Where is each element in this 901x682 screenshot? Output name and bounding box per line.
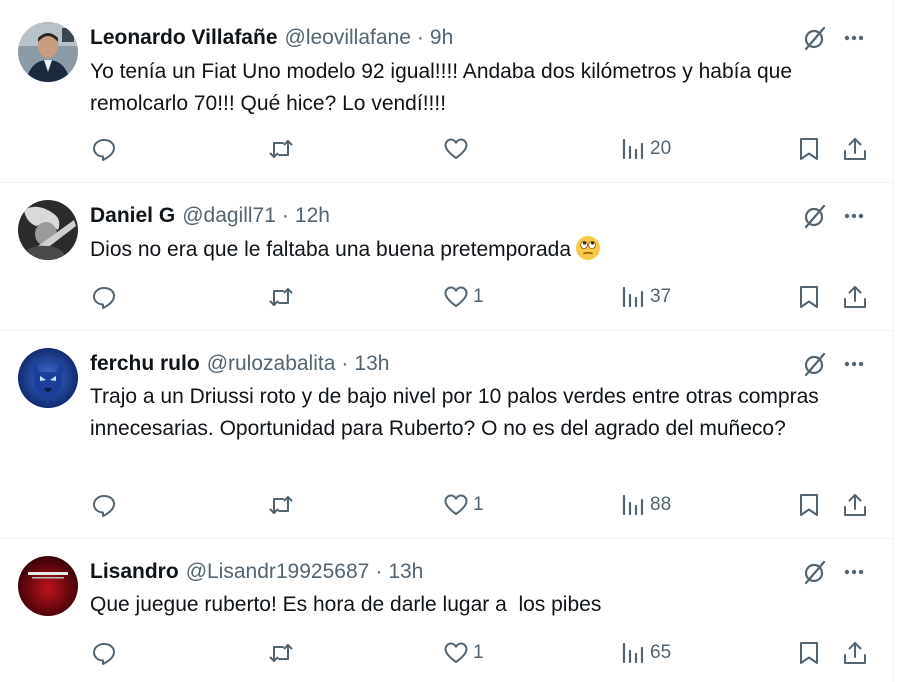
separator-dot: · (375, 560, 383, 583)
tweet-text: Yo tenía un Fiat Uno modelo 92 igual!!!!… (90, 60, 793, 115)
bookmark-button[interactable] (796, 134, 822, 164)
bookmark-icon (800, 286, 818, 308)
more-dots-icon[interactable] (840, 24, 868, 52)
share-button[interactable] (842, 638, 868, 668)
tweet[interactable]: ferchu rulo @rulozabalita · 13h Trajo a … (0, 330, 893, 539)
like-button[interactable]: 1 (443, 638, 484, 668)
author-name[interactable]: Leonardo Villafañe (90, 26, 278, 50)
bookmark-button[interactable] (796, 282, 822, 312)
like-count: 1 (473, 642, 484, 663)
tweet-text: Que juegue ruberto! Es hora de darle lug… (90, 593, 602, 616)
author-handle[interactable]: @leovillafane (285, 26, 411, 50)
repost-icon (269, 644, 293, 662)
view-count: 88 (650, 494, 672, 515)
timestamp[interactable]: 12h (295, 204, 330, 228)
grok-icon[interactable] (800, 24, 828, 52)
like-button[interactable] (443, 134, 473, 164)
tweet-header: Daniel G @dagill71 · 12h (90, 202, 330, 230)
share-button[interactable] (842, 134, 868, 164)
tweet[interactable]: Lisandro @Lisandr19925687 · 13h Que jueg… (0, 538, 893, 682)
reply-button[interactable] (91, 490, 121, 520)
more-dots-icon[interactable] (840, 202, 868, 230)
views-button[interactable]: 65 (620, 638, 671, 668)
tweet-header: Leonardo Villafañe @leovillafane · 9h (90, 24, 453, 52)
share-icon (844, 642, 866, 664)
tweet-header: Lisandro @Lisandr19925687 · 13h (90, 558, 423, 586)
reply-icon (93, 495, 115, 517)
share-button[interactable] (842, 490, 868, 520)
share-icon (844, 138, 866, 160)
reply-button[interactable] (91, 134, 121, 164)
like-button[interactable]: 1 (443, 282, 484, 312)
heart-icon (444, 138, 468, 159)
repost-button[interactable] (268, 490, 298, 520)
views-button[interactable]: 20 (620, 134, 671, 164)
separator-dot: · (281, 204, 289, 227)
repost-button[interactable] (268, 638, 298, 668)
more-dots-icon[interactable] (840, 558, 868, 586)
author-name[interactable]: Lisandro (90, 560, 179, 584)
reply-feed: Leonardo Villafañe @leovillafane · 9h Yo… (0, 0, 894, 682)
timestamp[interactable]: 13h (388, 560, 423, 584)
repost-button[interactable] (268, 282, 298, 312)
face-with-rolling-eyes-icon (575, 235, 601, 261)
tweet-header: ferchu rulo @rulozabalita · 13h (90, 350, 389, 378)
repost-icon (269, 496, 293, 514)
grok-icon[interactable] (800, 202, 828, 230)
separator-dot: · (341, 352, 349, 375)
separator-dot: · (416, 26, 424, 49)
repost-icon (269, 140, 293, 158)
repost-icon (269, 288, 293, 306)
view-count: 65 (650, 642, 672, 663)
views-chart-icon (622, 642, 644, 664)
reply-icon (93, 643, 115, 665)
tweet-text-container: Dios no era que le faltaba una buena pre… (90, 234, 870, 266)
share-button[interactable] (842, 282, 868, 312)
avatar[interactable] (18, 556, 78, 616)
grok-icon[interactable] (800, 350, 828, 378)
view-count: 20 (650, 138, 672, 159)
views-chart-icon (622, 286, 644, 308)
author-name[interactable]: ferchu rulo (90, 352, 200, 376)
views-button[interactable]: 88 (620, 490, 671, 520)
reply-icon (93, 287, 115, 309)
author-handle[interactable]: @rulozabalita (207, 352, 336, 376)
more-dots-icon[interactable] (840, 350, 868, 378)
like-count: 1 (473, 286, 484, 307)
tweet-text: Dios no era que le faltaba una buena pre… (90, 238, 572, 261)
tweet[interactable]: Daniel G @dagill71 · 12h Dios no era que… (0, 182, 893, 331)
tweet-text: Trajo a un Driussi roto y de bajo nivel … (90, 385, 819, 440)
share-icon (844, 286, 866, 308)
heart-icon (444, 642, 468, 663)
bookmark-icon (800, 138, 818, 160)
heart-icon (444, 286, 468, 307)
author-name[interactable]: Daniel G (90, 204, 175, 228)
bookmark-icon (800, 642, 818, 664)
views-button[interactable]: 37 (620, 282, 671, 312)
author-handle[interactable]: @Lisandr19925687 (186, 560, 370, 584)
reply-button[interactable] (91, 282, 121, 312)
tweet[interactable]: Leonardo Villafañe @leovillafane · 9h Yo… (0, 0, 893, 183)
avatar[interactable] (18, 200, 78, 260)
like-count: 1 (473, 494, 484, 515)
heart-icon (444, 494, 468, 515)
views-chart-icon (622, 494, 644, 516)
author-handle[interactable]: @dagill71 (182, 204, 276, 228)
grok-icon[interactable] (800, 558, 828, 586)
view-count: 37 (650, 286, 672, 307)
like-button[interactable]: 1 (443, 490, 484, 520)
reply-button[interactable] (91, 638, 121, 668)
bookmark-button[interactable] (796, 638, 822, 668)
avatar[interactable] (18, 348, 78, 408)
timestamp[interactable]: 9h (430, 26, 453, 50)
views-chart-icon (622, 138, 644, 160)
bookmark-button[interactable] (796, 490, 822, 520)
repost-button[interactable] (268, 134, 298, 164)
timestamp[interactable]: 13h (354, 352, 389, 376)
bookmark-icon (800, 494, 818, 516)
avatar[interactable] (18, 22, 78, 82)
reply-icon (93, 139, 115, 161)
share-icon (844, 494, 866, 516)
